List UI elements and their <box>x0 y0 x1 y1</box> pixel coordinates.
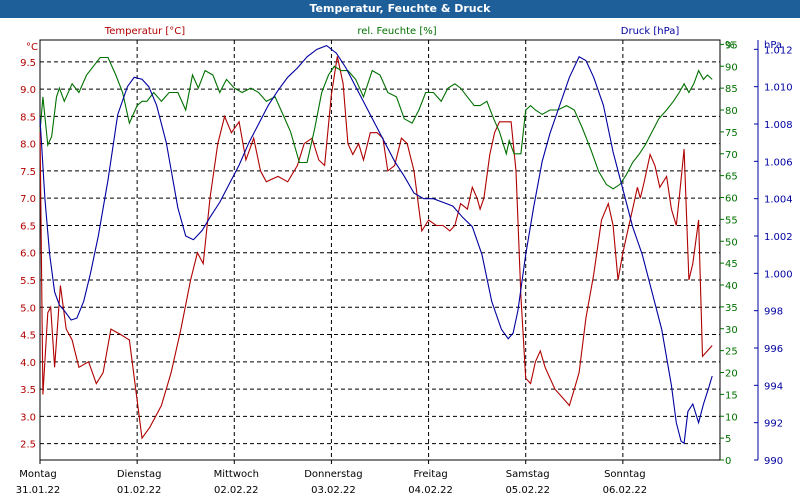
tick-label-temperature: 7.0 <box>20 194 36 205</box>
x-tick-date: 01.02.22 <box>117 485 162 496</box>
x-tick-date: 05.02.22 <box>505 485 550 496</box>
axis-unit-temperature: °C <box>26 42 38 53</box>
series-temperature-line <box>39 56 713 440</box>
tick-label-pressure: 1.008 <box>764 120 793 131</box>
series-humidity-line <box>39 56 713 190</box>
axis-temperature: 2.5 3.0 3.5 4.0 4.5 5.0 5.5 6.0 6.5 7.0 7.5 8.0 8.5 9… <box>20 42 38 451</box>
tick-label-temperature: 6.5 <box>20 221 36 232</box>
tick-label-pressure: 1.010 <box>764 83 793 94</box>
axis-titles: Temperatur [°C] rel. Feuchte [%] Druck [hP… <box>104 26 680 37</box>
tick-label-pressure: 1.006 <box>764 157 793 168</box>
x-tick-date: 31.01.22 <box>16 485 61 496</box>
axis-unit-humidity: % <box>725 40 735 51</box>
tick-label-humidity: 75 <box>725 128 738 139</box>
tick-label-humidity: 45 <box>725 259 738 270</box>
x-axis-labels: Montag 31.01.22 Dienstag 01.02.22 Mittwoch 02… <box>16 460 647 496</box>
tick-label-humidity: 40 <box>725 281 738 292</box>
tick-label-temperature: 6.0 <box>20 249 36 260</box>
tick-label-temperature: 8.0 <box>20 140 36 151</box>
tick-label-pressure: 992 <box>764 419 783 430</box>
tick-label-temperature: 4.5 <box>20 331 36 342</box>
tick-label-humidity: 70 <box>725 150 738 161</box>
grid-lines <box>40 40 720 460</box>
x-tick-day: Freitag <box>413 469 447 480</box>
x-tick-date: 04.02.22 <box>408 485 453 496</box>
tick-label-temperature: 5.5 <box>20 276 36 287</box>
series-pressure-line <box>39 44 713 445</box>
tick-label-pressure: 1.000 <box>764 269 793 280</box>
tick-label-humidity: 85 <box>725 84 738 95</box>
tick-label-temperature: 7.5 <box>20 167 36 178</box>
tick-label-pressure: 998 <box>764 307 783 318</box>
x-tick-day: Donnerstag <box>304 469 362 480</box>
plot-frame <box>39 39 721 461</box>
tick-label-temperature: 2.5 <box>20 440 36 451</box>
tick-label-pressure: 994 <box>764 381 783 392</box>
tick-label-humidity: 5 <box>725 434 731 445</box>
series-layer <box>39 44 713 445</box>
axis-title-pressure: Druck [hPa] <box>621 26 680 37</box>
tick-label-humidity: 90 <box>725 62 738 73</box>
tick-label-humidity: 20 <box>725 369 738 380</box>
axis-humidity: 05101520253035404550556065707580859095% <box>720 40 738 467</box>
tick-label-pressure: 990 <box>764 456 783 467</box>
axis-unit-pressure: hPa <box>764 40 782 51</box>
x-tick-day: Montag <box>19 469 56 480</box>
tick-label-temperature: 9.5 <box>20 58 36 69</box>
x-tick-date: 02.02.22 <box>214 485 259 496</box>
plot-border <box>39 39 721 461</box>
axis-pressure: 990 992 994 996 998 1.000 1.002 1.004 1.006 1.008… <box>754 40 793 467</box>
tick-label-humidity: 65 <box>725 172 738 183</box>
axis-title-temperature: Temperatur [°C] <box>104 26 185 37</box>
x-tick-day: Dienstag <box>117 469 162 480</box>
x-tick-date: 03.02.22 <box>311 485 356 496</box>
tick-label-humidity: 80 <box>725 106 738 117</box>
chart-canvas: 2.5 3.0 3.5 4.0 4.5 5.0 5.5 6.0 6.5 7.0 7.5 8.0 8.5 9… <box>16 26 793 496</box>
tick-label-humidity: 30 <box>725 325 738 336</box>
tick-label-temperature: 5.0 <box>20 303 36 314</box>
x-tick-date: 06.02.22 <box>603 485 648 496</box>
tick-label-humidity: 15 <box>725 390 738 401</box>
x-tick-day: Sonntag <box>604 469 646 480</box>
tick-label-temperature: 9.0 <box>20 85 36 96</box>
x-tick-day: Mittwoch <box>214 469 259 480</box>
tick-label-pressure: 1.002 <box>764 232 793 243</box>
tick-label-pressure: 996 <box>764 344 783 355</box>
tick-label-pressure: 1.004 <box>764 195 793 206</box>
tick-label-humidity: 25 <box>725 347 738 358</box>
axis-title-humidity: rel. Feuchte [%] <box>357 26 436 37</box>
tick-label-humidity: 50 <box>725 237 738 248</box>
tick-label-humidity: 60 <box>725 194 738 205</box>
x-tick-day: Samstag <box>506 469 550 480</box>
tick-label-temperature: 8.5 <box>20 112 36 123</box>
tick-label-temperature: 3.5 <box>20 385 36 396</box>
tick-label-temperature: 3.0 <box>20 412 36 423</box>
tick-label-humidity: 10 <box>725 412 738 423</box>
tick-label-humidity: 35 <box>725 303 738 314</box>
tick-label-humidity: 0 <box>725 456 731 467</box>
tick-label-temperature: 4.0 <box>20 358 36 369</box>
tick-label-humidity: 55 <box>725 215 738 226</box>
